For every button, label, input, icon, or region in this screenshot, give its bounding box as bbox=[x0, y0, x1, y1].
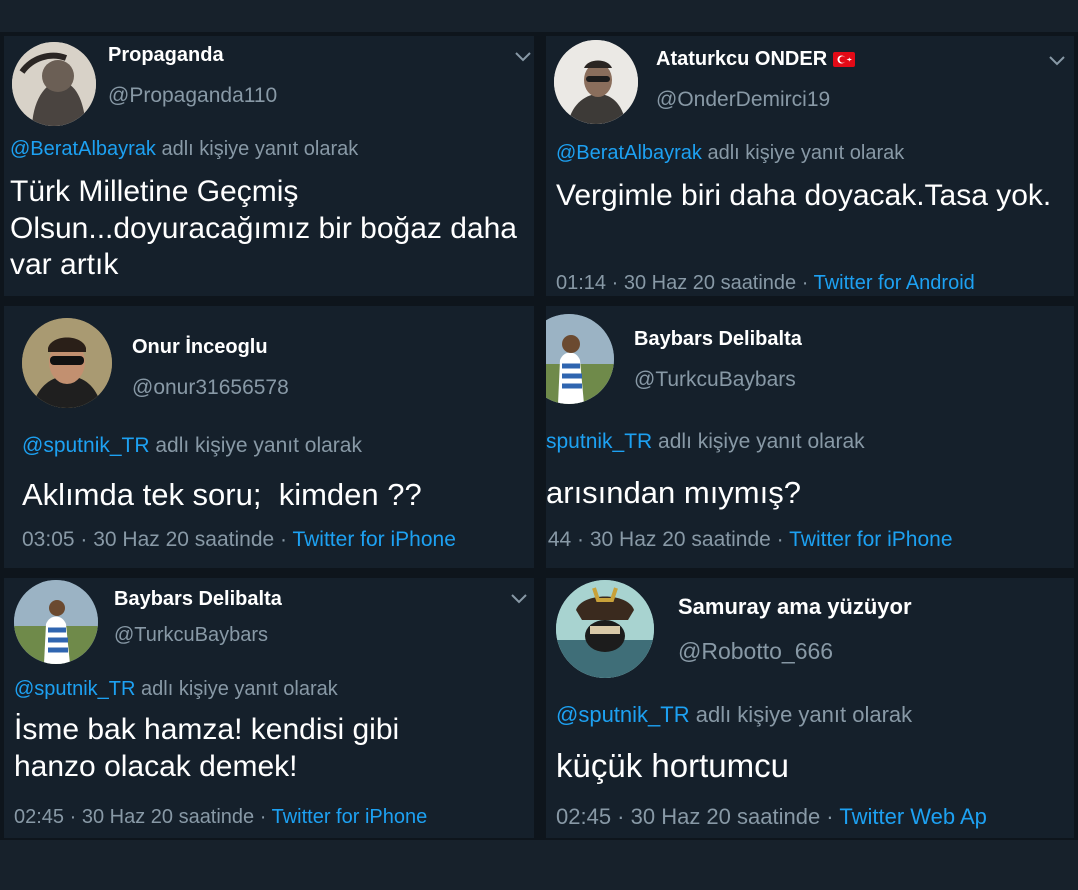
bottom-margin bbox=[0, 840, 1078, 890]
avatar-image bbox=[12, 42, 96, 126]
tweet-card[interactable]: Onur İnceoglu @onur31656578 @sputnik_TR … bbox=[4, 306, 534, 568]
user-handle[interactable]: @onur31656578 bbox=[132, 376, 289, 400]
tweet-source-link[interactable]: Twitter Web Ap bbox=[839, 804, 987, 829]
reply-mention-link[interactable]: @sputnik_TR bbox=[14, 678, 135, 700]
reply-context: @sputnik_TR adlı kişiye yanıt olarak bbox=[22, 434, 362, 458]
tweet-card[interactable]: Baybars Delibalta @TurkcuBaybars sputnik… bbox=[546, 306, 1074, 568]
avatar[interactable] bbox=[554, 40, 638, 124]
avatar[interactable] bbox=[546, 314, 614, 404]
display-name-text: Ataturkcu ONDER bbox=[656, 48, 828, 70]
user-handle[interactable]: @TurkcuBaybars bbox=[634, 368, 796, 392]
chevron-down-icon[interactable] bbox=[514, 50, 532, 62]
reply-label: adlı kişiye yanıt olarak bbox=[652, 430, 865, 453]
tweet-card[interactable]: Samuray ama yüzüyor @Robotto_666 @sputni… bbox=[546, 578, 1074, 838]
tweet-text: Aklımda tek soru; kimden ?? bbox=[22, 477, 422, 512]
tweet-text: Türk Milletine Geçmiş Olsun...doyuracağı… bbox=[10, 175, 517, 282]
reply-context: sputnik_TR adlı kişiye yanıt olarak bbox=[546, 430, 865, 454]
reply-label: adlı kişiye yanıt olarak bbox=[155, 138, 359, 160]
tweet-time[interactable]: 03:05 bbox=[22, 528, 75, 551]
tweet-time[interactable]: :44 bbox=[546, 528, 571, 551]
display-name[interactable]: Baybars Delibalta bbox=[634, 328, 802, 351]
reply-context: @BeratAlbayrak adlı kişiye yanıt olarak bbox=[10, 138, 358, 161]
tweet-card[interactable]: Propaganda @Propaganda110 @BeratAlbayrak… bbox=[4, 36, 534, 296]
reply-mention-link[interactable]: @sputnik_TR bbox=[22, 434, 150, 457]
reply-mention-link[interactable]: @BeratAlbayrak bbox=[556, 142, 702, 164]
reply-label: adlı kişiye yanıt olarak bbox=[149, 434, 362, 457]
reply-mention-link[interactable]: sputnik_TR bbox=[546, 430, 652, 453]
tweet-date: · 30 Haz 20 saatinde · bbox=[64, 806, 272, 828]
user-handle[interactable]: @Robotto_666 bbox=[678, 638, 833, 665]
display-name[interactable]: Ataturkcu ONDER bbox=[656, 48, 856, 71]
tweet-source-link[interactable]: Twitter for iPhone bbox=[789, 528, 952, 551]
tweet-time[interactable]: 02:45 bbox=[556, 804, 611, 829]
tweet-source-link[interactable]: Twitter for Android bbox=[814, 272, 975, 294]
reply-label: adlı kişiye yanıt olarak bbox=[135, 678, 338, 700]
avatar-image bbox=[556, 580, 654, 678]
avatar-image bbox=[14, 580, 98, 664]
tweet-card[interactable]: Ataturkcu ONDER @OnderDemirci19 @BeratAl… bbox=[546, 36, 1074, 296]
user-handle[interactable]: @TurkcuBaybars bbox=[114, 624, 268, 647]
top-margin bbox=[0, 0, 1078, 32]
tweet-card[interactable]: Baybars Delibalta @TurkcuBaybars @sputni… bbox=[4, 578, 534, 838]
tweet-time[interactable]: 02:45 bbox=[14, 806, 64, 828]
avatar[interactable] bbox=[22, 318, 112, 408]
tweet-meta: 03:05 · 30 Haz 20 saatinde · Twitter for… bbox=[22, 528, 456, 552]
reply-mention-link[interactable]: @sputnik_TR bbox=[556, 702, 690, 727]
reply-context: @BeratAlbayrak adlı kişiye yanıt olarak bbox=[556, 142, 904, 165]
avatar[interactable] bbox=[14, 580, 98, 664]
tweet-meta: 02:45 · 30 Haz 20 saatinde · Twitter for… bbox=[14, 806, 427, 829]
tweet-date: · 30 Haz 20 saatinde · bbox=[611, 804, 840, 829]
avatar-image bbox=[546, 314, 614, 404]
avatar-image bbox=[554, 40, 638, 124]
reply-context: @sputnik_TR adlı kişiye yanıt olarak bbox=[14, 678, 338, 701]
avatar[interactable] bbox=[12, 42, 96, 126]
tweet-text: Vergimle biri daha doyacak.Tasa yok. bbox=[556, 179, 1052, 212]
reply-mention-link[interactable]: @BeratAlbayrak bbox=[10, 138, 156, 160]
tweet-date: · 30 Haz 20 saatinde · bbox=[571, 528, 790, 551]
reply-label: adlı kişiye yanıt olarak bbox=[689, 702, 913, 727]
tweet-meta: 02:45 · 30 Haz 20 saatinde · Twitter Web… bbox=[556, 804, 987, 830]
chevron-down-icon[interactable] bbox=[510, 592, 528, 604]
tweet-text: arısından mıymış? bbox=[546, 475, 801, 510]
turkey-flag-icon bbox=[833, 52, 856, 68]
collage: Propaganda @Propaganda110 @BeratAlbayrak… bbox=[0, 0, 1078, 890]
reply-context: @sputnik_TR adlı kişiye yanıt olarak bbox=[556, 702, 912, 728]
display-name[interactable]: Baybars Delibalta bbox=[114, 588, 282, 611]
tweet-meta: 01:14 · 30 Haz 20 saatinde · Twitter for… bbox=[556, 272, 975, 295]
tweet-time[interactable]: 01:14 bbox=[556, 272, 606, 294]
tweet-text: İsme bak hamza! kendisi gibi hanzo olaca… bbox=[14, 713, 400, 783]
avatar[interactable] bbox=[556, 580, 654, 678]
user-handle[interactable]: @OnderDemirci19 bbox=[656, 88, 830, 112]
user-handle[interactable]: @Propaganda110 bbox=[108, 84, 277, 108]
tweet-source-link[interactable]: Twitter for iPhone bbox=[292, 528, 455, 551]
tweet-date: · 30 Haz 20 saatinde · bbox=[606, 272, 814, 294]
chevron-down-icon[interactable] bbox=[1048, 54, 1066, 66]
display-name[interactable]: Onur İnceoglu bbox=[132, 336, 268, 359]
reply-label: adlı kişiye yanıt olarak bbox=[701, 142, 905, 164]
tweet-meta: :44 · 30 Haz 20 saatinde · Twitter for i… bbox=[546, 528, 953, 552]
tweet-text: küçük hortumcu bbox=[556, 747, 789, 784]
display-name[interactable]: Samuray ama yüzüyor bbox=[678, 594, 912, 620]
avatar-image bbox=[22, 318, 112, 408]
display-name[interactable]: Propaganda bbox=[108, 44, 224, 67]
tweet-date: · 30 Haz 20 saatinde · bbox=[74, 528, 293, 551]
tweet-source-link[interactable]: Twitter for iPhone bbox=[272, 806, 428, 828]
